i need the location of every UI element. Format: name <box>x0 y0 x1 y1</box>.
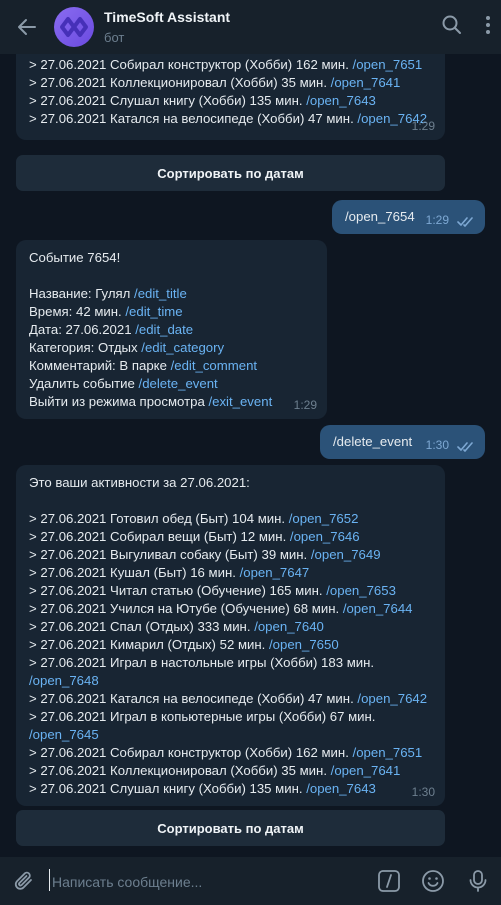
message-incoming: > 27.06.2021 Собирал конструктор (Хобби)… <box>16 54 445 140</box>
message-time: 1:29 <box>411 119 435 133</box>
command-link[interactable]: /open_7653 <box>326 583 396 598</box>
message-time: 1:29 <box>293 398 317 412</box>
double-check-icon <box>457 217 475 227</box>
message-text: /open_7654 <box>345 209 415 224</box>
command-link[interactable]: /open_7643 <box>306 781 376 796</box>
message-line: > 27.06.2021 Читал статью (Обучение) 165… <box>29 583 396 598</box>
sort-by-date-button[interactable]: Сортировать по датам <box>16 810 445 846</box>
double-check-icon <box>457 442 475 452</box>
command-link[interactable]: /open_7647 <box>240 565 310 580</box>
message-line: > 27.06.2021 Выгуливал собаку (Быт) 39 м… <box>29 547 381 562</box>
message-time: 1:29 <box>425 213 449 227</box>
sort-by-date-button[interactable]: Сортировать по датам <box>16 155 445 191</box>
message-composer <box>0 857 501 905</box>
chat-title-block[interactable]: TimeSoft Assistant бот <box>104 9 230 45</box>
message-line: > 27.06.2021 Собирал вещи (Быт) 12 мин. … <box>29 529 360 544</box>
command-link[interactable]: /edit_title <box>134 286 187 301</box>
bot-logo-icon <box>59 16 89 38</box>
command-link[interactable]: /open_7649 <box>311 547 381 562</box>
command-link[interactable]: /open_7651 <box>353 745 423 760</box>
command-link[interactable]: /open_7643 <box>306 93 376 108</box>
arrow-left-icon <box>17 17 37 37</box>
message-outgoing: /delete_event 1:30 <box>320 425 485 459</box>
command-link[interactable]: /exit_event <box>208 394 272 409</box>
command-link[interactable]: /open_7640 <box>254 619 324 634</box>
command-link[interactable]: /open_7652 <box>289 511 359 526</box>
message-line: Удалить событие /delete_event <box>29 376 218 391</box>
smile-icon[interactable] <box>421 869 445 893</box>
message-line: > 27.06.2021 Собирал конструктор (Хобби)… <box>29 745 423 760</box>
microphone-icon[interactable] <box>466 869 490 893</box>
search-icon[interactable] <box>441 14 463 36</box>
message-line: > 27.06.2021 Коллекционировал (Хобби) 35… <box>29 763 401 778</box>
command-link[interactable]: /open_7646 <box>290 529 360 544</box>
message-line: > 27.06.2021 Катался на велосипеде (Хобб… <box>29 691 428 706</box>
command-link[interactable]: /edit_date <box>135 322 193 337</box>
message-line: > 27.06.2021 Играл в копьютерные игры (Х… <box>29 709 376 724</box>
avatar[interactable] <box>54 7 94 47</box>
message-line: Название: Гулял /edit_title <box>29 286 187 301</box>
message-line: > 27.06.2021 Учился на Ютубе (Обучение) … <box>29 601 413 616</box>
message-line: > 27.06.2021 Катался на велосипеде (Хобб… <box>29 111 428 126</box>
message-line: > 27.06.2021 Коллекционировал (Хобби) 35… <box>29 75 401 90</box>
chat-subtitle: бот <box>104 30 125 45</box>
message-line: > 27.06.2021 Кушал (Быт) 16 мин. /open_7… <box>29 565 310 580</box>
chat-title: TimeSoft Assistant <box>104 9 231 25</box>
message-line: > 27.06.2021 Слушал книгу (Хобби) 135 ми… <box>29 781 376 796</box>
command-link[interactable]: /delete_event <box>139 376 218 391</box>
message-text: /delete_event <box>333 434 413 449</box>
message-line: Выйти из режима просмотра /exit_event <box>29 394 273 409</box>
back-button[interactable] <box>0 0 54 54</box>
command-link[interactable]: /open_7642 <box>357 691 427 706</box>
message-line: > 27.06.2021 Готовил обед (Быт) 104 мин.… <box>29 511 359 526</box>
message-title: Событие 7654! <box>29 250 121 265</box>
message-title: Это ваши активности за 27.06.2021: <box>29 475 250 490</box>
message-line: > 27.06.2021 Слушал книгу (Хобби) 135 ми… <box>29 93 376 108</box>
message-line: > 27.06.2021 Спал (Отдых) 333 мин. /open… <box>29 619 324 634</box>
message-outgoing: /open_7654 1:29 <box>332 200 485 234</box>
command-link[interactable]: /open_7651 <box>353 57 423 72</box>
command-link[interactable]: /open_7648 <box>29 673 99 688</box>
message-time: 1:30 <box>425 438 449 452</box>
message-incoming: Событие 7654! Название: Гулял /edit_titl… <box>16 240 327 419</box>
chat-header: TimeSoft Assistant бот <box>0 0 501 54</box>
message-line: Дата: 27.06.2021 /edit_date <box>29 322 194 337</box>
command-link[interactable]: /edit_time <box>125 304 182 319</box>
message-line: Комментарий: В парке /edit_comment <box>29 358 258 373</box>
message-line: > 27.06.2021 Играл в настольные игры (Хо… <box>29 655 375 670</box>
command-link[interactable]: /edit_comment <box>171 358 258 373</box>
command-link[interactable]: /edit_category <box>141 340 224 355</box>
message-list[interactable]: > 27.06.2021 Собирал конструктор (Хобби)… <box>0 54 501 857</box>
message-line: /open_7645 <box>29 726 433 744</box>
message-incoming: Это ваши активности за 27.06.2021: > 27.… <box>16 465 445 806</box>
message-line: > 27.06.2021 Кимарил (Отдых) 52 мин. /op… <box>29 637 339 652</box>
message-line: Категория: Отдых /edit_category <box>29 340 225 355</box>
command-link[interactable]: /open_7641 <box>331 763 401 778</box>
message-line: Время: 42 мин. /edit_time <box>29 304 183 319</box>
command-link[interactable]: /open_7644 <box>343 601 413 616</box>
more-vertical-icon[interactable] <box>485 14 491 36</box>
message-input[interactable] <box>50 867 364 897</box>
message-line: /open_7648 <box>29 672 433 690</box>
message-line: > 27.06.2021 Собирал конструктор (Хобби)… <box>29 57 423 72</box>
command-link[interactable]: /open_7645 <box>29 727 99 742</box>
message-time: 1:30 <box>411 785 435 799</box>
command-link[interactable]: /open_7641 <box>331 75 401 90</box>
command-link[interactable]: /open_7650 <box>269 637 339 652</box>
slash-command-icon[interactable] <box>377 869 401 893</box>
paperclip-icon[interactable] <box>12 869 36 893</box>
